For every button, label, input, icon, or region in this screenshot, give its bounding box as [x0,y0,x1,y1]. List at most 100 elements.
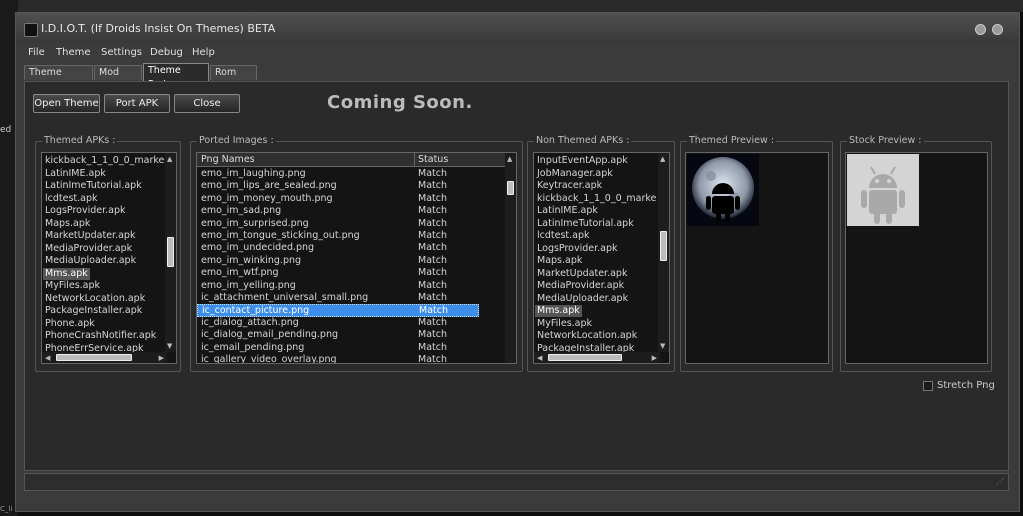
column-header-png-names[interactable]: Png Names [197,153,414,167]
table-row[interactable]: emo_im_lips_are_sealed.png Match [197,180,479,192]
list-item[interactable]: lcdtest.apk [537,230,590,242]
themed-preview-label: Themed Preview : [687,135,777,146]
menu-theme[interactable]: Theme [56,47,91,58]
tab-rom-chef[interactable]: Rom Chef [210,65,257,92]
title-bar[interactable]: I.D.I.O.T. (If Droids Insist On Themes) … [16,13,1019,43]
list-item[interactable]: MyFiles.apk [537,318,592,330]
scroll-left-icon[interactable]: ◀ [537,354,542,362]
list-item[interactable]: kickback_1_1_0_0_marke [45,155,164,167]
table-row[interactable]: ic_dialog_email_pending.png Match [197,329,479,341]
close-button[interactable]: Close [174,94,240,113]
table-row[interactable]: emo_im_undecided.png Match [197,242,479,254]
menu-settings[interactable]: Settings [101,47,142,58]
themed-apks-list[interactable]: kickback_1_1_0_0_marke LatinIME.apk Lati… [41,152,177,364]
non-themed-apks-list[interactable]: InputEventApp.apk JobManager.apk Keytrac… [533,152,670,364]
list-item[interactable]: LatinImeTutorial.apk [537,218,634,230]
scroll-up-icon[interactable]: ▲ [660,155,665,163]
scroll-thumb[interactable] [507,181,514,195]
ported-images-table[interactable]: Png Names Status emo_im_laughing.png Matc… [196,152,517,364]
vertical-scrollbar[interactable]: ▲ [505,153,516,363]
scroll-down-icon[interactable]: ▼ [660,342,665,350]
stretch-png-option[interactable]: Stretch Png [923,380,995,391]
list-item[interactable]: LatinImeTutorial.apk [45,180,142,192]
close-window-icon[interactable] [992,24,1003,35]
app-window: I.D.I.O.T. (If Droids Insist On Themes) … [15,12,1020,512]
scroll-thumb[interactable] [56,354,132,361]
coming-soon-text: Coming Soon. [327,92,473,113]
table-row[interactable]: emo_im_laughing.png Match [197,168,479,180]
stretch-png-label: Stretch Png [937,380,995,391]
table-row[interactable]: emo_im_winking.png Match [197,255,479,267]
menu-debug[interactable]: Debug [150,47,183,58]
table-row[interactable]: emo_im_sad.png Match [197,205,479,217]
scroll-down-icon[interactable]: ▼ [167,342,172,350]
vertical-scrollbar[interactable]: ▲ ▼ [658,153,669,352]
non-themed-apks-group: Non Themed APKs : InputEventApp.apk JobM… [527,135,675,372]
list-item[interactable]: MediaUploader.apk [45,255,136,267]
list-item[interactable]: LatinIME.apk [537,205,598,217]
list-item[interactable]: LatinIME.apk [45,168,106,180]
table-row[interactable]: ic_attachment_universal_small.png Match [197,292,479,304]
desktop-fragment: ed [0,125,12,135]
list-item[interactable]: PhoneCrashNotifier.apk [45,330,156,342]
themed-preview-group: Themed Preview : [680,135,833,372]
list-item[interactable]: MediaProvider.apk [45,243,132,255]
list-item[interactable]: MarketUpdater.apk [537,268,627,280]
scroll-right-icon[interactable]: ▶ [652,354,657,362]
list-item[interactable]: MediaProvider.apk [537,280,624,292]
table-row-selected[interactable]: ic_contact_picture.png Match [197,304,479,317]
list-item[interactable]: NetworkLocation.apk [45,293,145,305]
list-item[interactable]: MarketUpdater.apk [45,230,135,242]
list-item[interactable]: kickback_1_1_0_0_marke [537,193,656,205]
tab-theme-builder[interactable]: Theme Builder [24,65,93,92]
open-theme-button[interactable]: Open Theme [33,94,100,113]
scroll-up-icon[interactable]: ▲ [167,155,172,163]
scroll-thumb[interactable] [548,354,622,361]
stock-preview-area [845,152,988,364]
ported-images-label: Ported Images : [197,135,276,146]
vertical-scrollbar[interactable]: ▲ ▼ [165,153,176,352]
window-title: I.D.I.O.T. (If Droids Insist On Themes) … [41,22,276,35]
list-item[interactable]: Phone.apk [45,318,95,330]
scroll-right-icon[interactable]: ▶ [159,354,164,362]
list-item-selected[interactable]: Mms.apk [535,305,582,317]
tab-mod-utils[interactable]: Mod Utils [94,65,142,92]
table-row[interactable]: ic_gallery_video_overlay.png Match [197,354,479,363]
table-row[interactable]: emo_im_money_mouth.png Match [197,193,479,205]
list-item[interactable]: lcdtest.apk [45,193,98,205]
table-row[interactable]: emo_im_wtf.png Match [197,267,479,279]
table-row[interactable]: emo_im_tongue_sticking_out.png Match [197,230,479,242]
list-item[interactable]: JobManager.apk [537,168,613,180]
scroll-thumb[interactable] [167,237,174,267]
menu-help[interactable]: Help [192,47,215,58]
list-item[interactable]: MediaUploader.apk [537,293,628,305]
scroll-up-icon[interactable]: ▲ [507,155,512,163]
list-item[interactable]: LogsProvider.apk [45,205,126,217]
list-item[interactable]: InputEventApp.apk [537,155,628,167]
list-item[interactable]: NetworkLocation.apk [537,330,637,342]
list-item[interactable]: Keytracer.apk [537,180,602,192]
list-item[interactable]: MyFiles.apk [45,280,100,292]
stock-android-image [847,154,919,226]
column-header-status[interactable]: Status [414,153,507,167]
table-row[interactable]: ic_email_pending.png Match [197,342,479,354]
tab-theme-porter[interactable]: Theme Porter [143,63,209,90]
list-item[interactable]: Maps.apk [537,255,582,267]
list-item[interactable]: PackageInstaller.apk [45,305,142,317]
scroll-left-icon[interactable]: ◀ [45,354,50,362]
table-row[interactable]: emo_im_yelling.png Match [197,280,479,292]
port-apk-button[interactable]: Port APK [104,94,170,113]
table-row[interactable]: ic_dialog_attach.png Match [197,317,479,329]
scroll-thumb[interactable] [660,231,667,261]
list-item-selected[interactable]: Mms.apk [43,267,90,280]
menu-file[interactable]: File [28,47,45,58]
table-row[interactable]: emo_im_surprised.png Match [197,218,479,230]
desktop-top-strip [0,0,1023,12]
list-item[interactable]: Maps.apk [45,218,90,230]
stretch-png-checkbox[interactable] [923,381,933,391]
minimize-icon[interactable] [975,24,986,35]
resize-grip-icon[interactable]: ⋰ [996,477,1004,486]
list-item[interactable]: LogsProvider.apk [537,243,618,255]
horizontal-scrollbar[interactable]: ◀ ▶ [534,352,660,363]
horizontal-scrollbar[interactable]: ◀ ▶ [42,352,167,363]
